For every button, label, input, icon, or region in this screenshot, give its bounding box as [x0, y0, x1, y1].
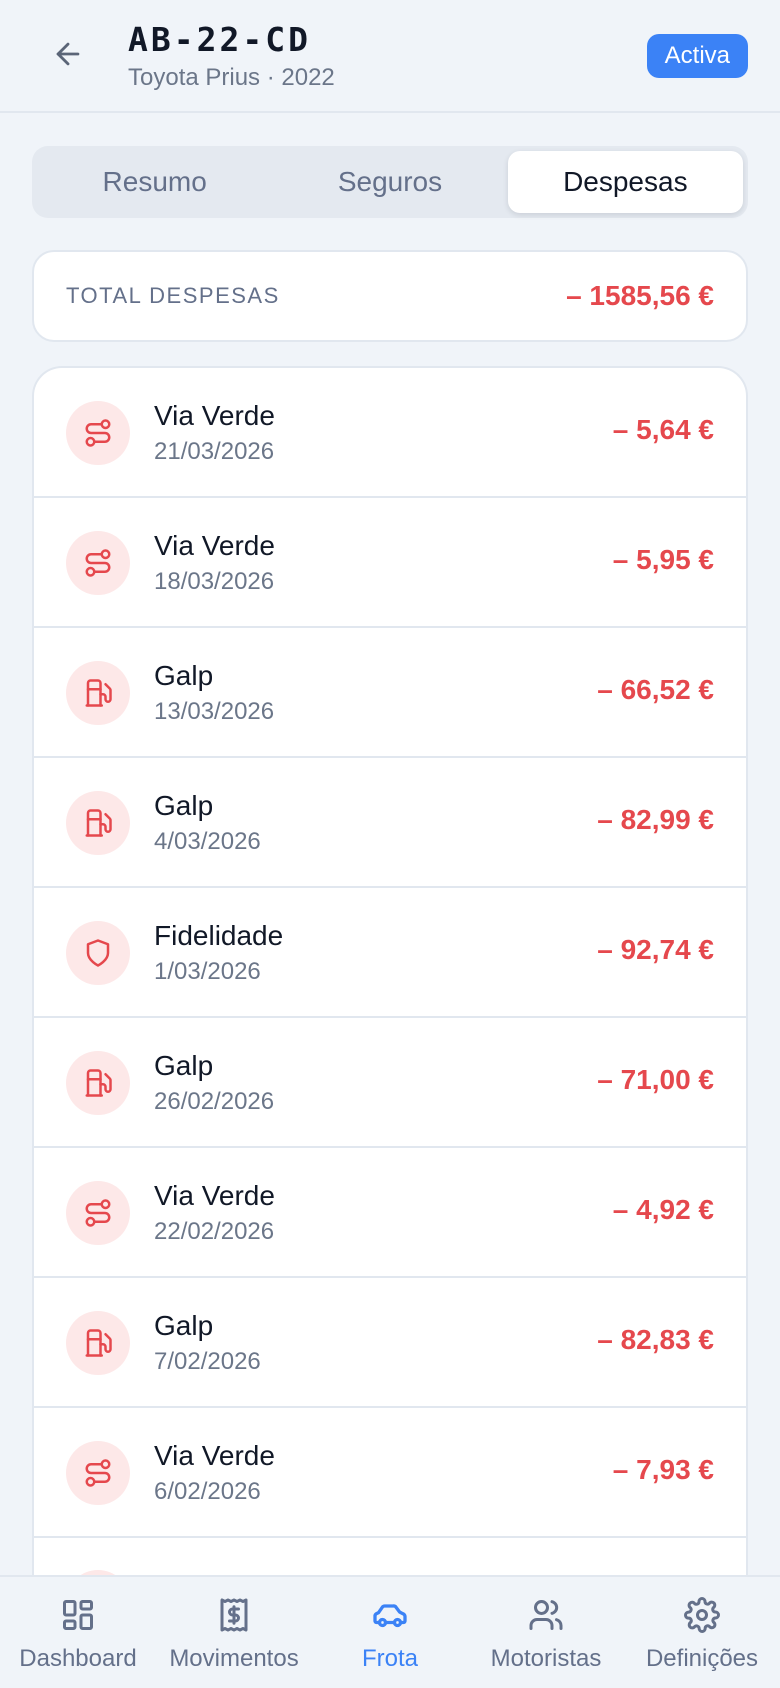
users-icon [526, 1595, 566, 1635]
expense-amount: – 5,95 € [612, 544, 714, 575]
route-icon [66, 1441, 130, 1505]
car-icon [370, 1595, 410, 1635]
expense-list: Via Verde 21/03/2026 – 5,64 € Via Verde … [32, 366, 748, 1688]
expense-amount: – 4,92 € [612, 1194, 714, 1225]
route-icon [66, 1181, 130, 1245]
expense-title: Via Verde [154, 1180, 275, 1211]
shield-icon [66, 921, 130, 985]
expense-date: 7/02/2026 [154, 1348, 261, 1375]
expense-row[interactable]: Galp 26/02/2026 – 71,00 € [34, 1018, 746, 1148]
gear-icon [682, 1595, 722, 1635]
fuel-icon [66, 1311, 130, 1375]
vehicle-expenses-screen: AB-22-CD Toyota Prius · 2022 Activa Resu… [0, 0, 780, 1688]
expense-title: Galp [154, 790, 214, 821]
back-button[interactable] [44, 32, 92, 80]
expense-title: Via Verde [154, 1440, 275, 1471]
expense-date: 18/03/2026 [154, 568, 275, 595]
expense-date: 13/03/2026 [154, 698, 275, 725]
header: AB-22-CD Toyota Prius · 2022 Activa [0, 0, 780, 113]
route-icon [66, 531, 130, 595]
nav-definicoes[interactable]: Definições [624, 1577, 780, 1688]
fuel-icon [66, 1051, 130, 1115]
total-expenses-label: TOTAL DESPESAS [66, 283, 280, 308]
expense-row[interactable]: Via Verde 6/02/2026 – 7,93 € [34, 1408, 746, 1538]
expense-row[interactable]: Galp 13/03/2026 – 66,52 € [34, 628, 746, 758]
expense-row[interactable]: Via Verde 21/03/2026 – 5,64 € [34, 368, 746, 498]
bottom-nav: Dashboard Movimentos Frota Motoristas De… [0, 1575, 780, 1688]
expense-date: 21/03/2026 [154, 438, 275, 465]
nav-label: Motoristas [490, 1645, 602, 1672]
receipt-icon [214, 1595, 254, 1635]
expense-amount: – 71,00 € [597, 1064, 714, 1095]
tab-seguros[interactable]: Seguros [272, 151, 507, 213]
expense-row[interactable]: Galp 7/02/2026 – 82,83 € [34, 1278, 746, 1408]
expense-amount: – 82,83 € [597, 1324, 714, 1355]
fuel-icon [66, 661, 130, 725]
nav-frota[interactable]: Frota [312, 1577, 468, 1688]
expense-row[interactable]: Via Verde 22/02/2026 – 4,92 € [34, 1148, 746, 1278]
route-icon [66, 401, 130, 465]
expense-amount: – 66,52 € [597, 674, 714, 705]
expense-title: Galp [154, 1310, 214, 1341]
dashboard-icon [58, 1595, 98, 1635]
expense-title: Via Verde [154, 530, 275, 561]
expense-amount: – 92,74 € [597, 934, 714, 965]
status-badge: Activa [646, 34, 748, 78]
nav-dashboard[interactable]: Dashboard [0, 1577, 156, 1688]
nav-label: Definições [645, 1645, 759, 1672]
tab-bar: Resumo Seguros Despesas [32, 146, 748, 218]
expense-row[interactable]: Fidelidade 1/03/2026 – 92,74 € [34, 888, 746, 1018]
nav-label: Frota [361, 1645, 418, 1672]
nav-motoristas[interactable]: Motoristas [468, 1577, 624, 1688]
expense-date: 6/02/2026 [154, 1478, 261, 1505]
nav-label: Movimentos [169, 1645, 299, 1672]
expense-title: Galp [154, 1050, 214, 1081]
arrow-left-icon [51, 37, 85, 76]
expense-amount: – 7,93 € [612, 1454, 714, 1485]
expense-amount: – 82,99 € [597, 804, 714, 835]
expense-date: 22/02/2026 [154, 1218, 275, 1245]
vehicle-model: Toyota Prius · 2022 [128, 64, 335, 91]
expense-title: Via Verde [154, 400, 275, 431]
expense-date: 1/03/2026 [154, 958, 261, 985]
expense-date: 26/02/2026 [154, 1088, 275, 1115]
expense-title: Galp [154, 660, 214, 691]
tab-resumo[interactable]: Resumo [37, 151, 272, 213]
nav-movimentos[interactable]: Movimentos [156, 1577, 312, 1688]
total-expenses-value: – 1585,56 € [566, 280, 714, 311]
expense-amount: – 5,64 € [612, 414, 714, 445]
expense-title: Fidelidade [154, 920, 284, 951]
vehicle-plate: AB-22-CD [128, 20, 311, 59]
nav-label: Dashboard [19, 1645, 137, 1672]
fuel-icon [66, 791, 130, 855]
expense-row[interactable]: Via Verde 18/03/2026 – 5,95 € [34, 498, 746, 628]
total-expenses-card: TOTAL DESPESAS – 1585,56 € [32, 250, 748, 342]
tab-despesas[interactable]: Despesas [507, 151, 743, 213]
expense-date: 4/03/2026 [154, 828, 261, 855]
expense-row[interactable]: Galp 4/03/2026 – 82,99 € [34, 758, 746, 888]
